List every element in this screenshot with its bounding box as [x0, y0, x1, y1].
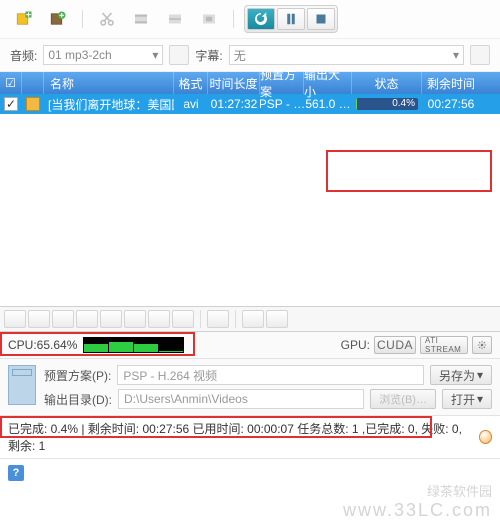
preset-select[interactable]: PSP - H.264 视频	[117, 365, 424, 385]
add-media-button[interactable]	[10, 8, 38, 30]
task-duration: 01:27:32	[208, 97, 260, 111]
status-icon	[479, 430, 492, 444]
gpu-ati-button[interactable]: ATI STREAM	[420, 336, 468, 354]
col-check[interactable]: ☑	[0, 72, 22, 94]
pause-button[interactable]	[277, 8, 305, 30]
stop-button[interactable]	[307, 8, 335, 30]
task-remain: 00:27:56	[422, 97, 480, 111]
gpu-cuda-button[interactable]: CUDA	[374, 336, 416, 354]
task-list-empty	[0, 114, 500, 306]
status-bar: 已完成: 0.4% | 剩余时间: 00:27:56 已用时间: 00:00:0…	[0, 416, 500, 459]
col-format[interactable]: 格式	[174, 72, 208, 94]
output-settings: 预置方案(P): PSP - H.264 视频 另存为▾ 输出目录(D): D:…	[0, 359, 500, 416]
subtitle-config-button[interactable]	[470, 45, 490, 65]
task-checkbox[interactable]: ✓	[4, 97, 18, 111]
mid-btn-2[interactable]	[28, 310, 50, 328]
status-text: 已完成: 0.4% | 剩余时间: 00:27:56 已用时间: 00:00:0…	[8, 420, 475, 454]
task-type-icon	[22, 97, 44, 111]
mid-btn-9[interactable]	[207, 310, 229, 328]
task-progress: 0.4%	[352, 98, 422, 110]
refresh-button[interactable]	[247, 8, 275, 30]
col-remain[interactable]: 剩余时间	[422, 72, 480, 94]
browse-button[interactable]: 浏览(B)…	[370, 389, 436, 409]
preset-label: 预置方案(P):	[44, 367, 111, 384]
gpu-settings-button[interactable]	[472, 336, 492, 354]
task-table-header: ☑ 名称 格式 时间长度 预置方案 输出大小 状态 剩余时间	[0, 72, 500, 94]
col-duration[interactable]: 时间长度	[208, 72, 260, 94]
task-name: [当我们离开地球：美国国家…	[44, 96, 174, 113]
mid-btn-6[interactable]	[124, 310, 146, 328]
outdir-label: 输出目录(D):	[44, 391, 112, 408]
preview-toolbar	[0, 306, 500, 332]
col-name[interactable]: 名称	[44, 72, 174, 94]
bottom-area: ?	[0, 459, 500, 487]
task-row[interactable]: ✓ [当我们离开地球：美国国家… avi 01:27:32 PSP - … 56…	[0, 94, 500, 114]
film-cut-button[interactable]	[161, 8, 189, 30]
film-plus-button[interactable]	[44, 8, 72, 30]
help-icon[interactable]: ?	[8, 465, 24, 481]
subtitle-label: 字幕:	[195, 47, 222, 64]
watermark: 绿茶软件园 www.33LC.com	[343, 481, 492, 521]
preset-thumb-icon	[8, 365, 36, 405]
col-preset[interactable]: 预置方案	[260, 72, 304, 94]
mid-btn-8[interactable]	[172, 310, 194, 328]
audio-config-button[interactable]	[169, 45, 189, 65]
col-icon	[22, 72, 44, 94]
task-format: avi	[174, 97, 208, 111]
col-outsize[interactable]: 输出大小	[304, 72, 352, 94]
col-state[interactable]: 状态	[352, 72, 422, 94]
outdir-input[interactable]: D:\Users\Anmin\Videos	[118, 389, 364, 409]
cpu-graph	[83, 337, 184, 353]
scissors-button[interactable]	[93, 8, 121, 30]
saveas-button[interactable]: 另存为▾	[430, 365, 492, 385]
film-trim-button[interactable]	[127, 8, 155, 30]
cpu-bar: CPU:65.64% GPU: CUDA ATI STREAM	[0, 332, 500, 359]
mid-btn-1[interactable]	[4, 310, 26, 328]
open-button[interactable]: 打开▾	[442, 389, 492, 409]
meta-bar: 音频: 01 mp3-2ch▾ 字幕: 无▾	[0, 39, 500, 72]
mid-btn-5[interactable]	[100, 310, 122, 328]
film-edit-button[interactable]	[195, 8, 223, 30]
cpu-label: CPU:65.64%	[8, 338, 77, 352]
mid-btn-11[interactable]	[266, 310, 288, 328]
audio-label: 音频:	[10, 47, 37, 64]
task-preset: PSP - …	[260, 97, 304, 111]
mid-btn-7[interactable]	[148, 310, 170, 328]
mid-btn-4[interactable]	[76, 310, 98, 328]
main-toolbar	[0, 0, 500, 39]
mid-btn-3[interactable]	[52, 310, 74, 328]
gpu-label: GPU:	[341, 338, 370, 352]
subtitle-select[interactable]: 无▾	[229, 45, 464, 65]
task-outsize: 561.0 …	[304, 97, 352, 111]
control-group	[244, 5, 338, 33]
mid-btn-10[interactable]	[242, 310, 264, 328]
audio-select[interactable]: 01 mp3-2ch▾	[43, 45, 163, 65]
